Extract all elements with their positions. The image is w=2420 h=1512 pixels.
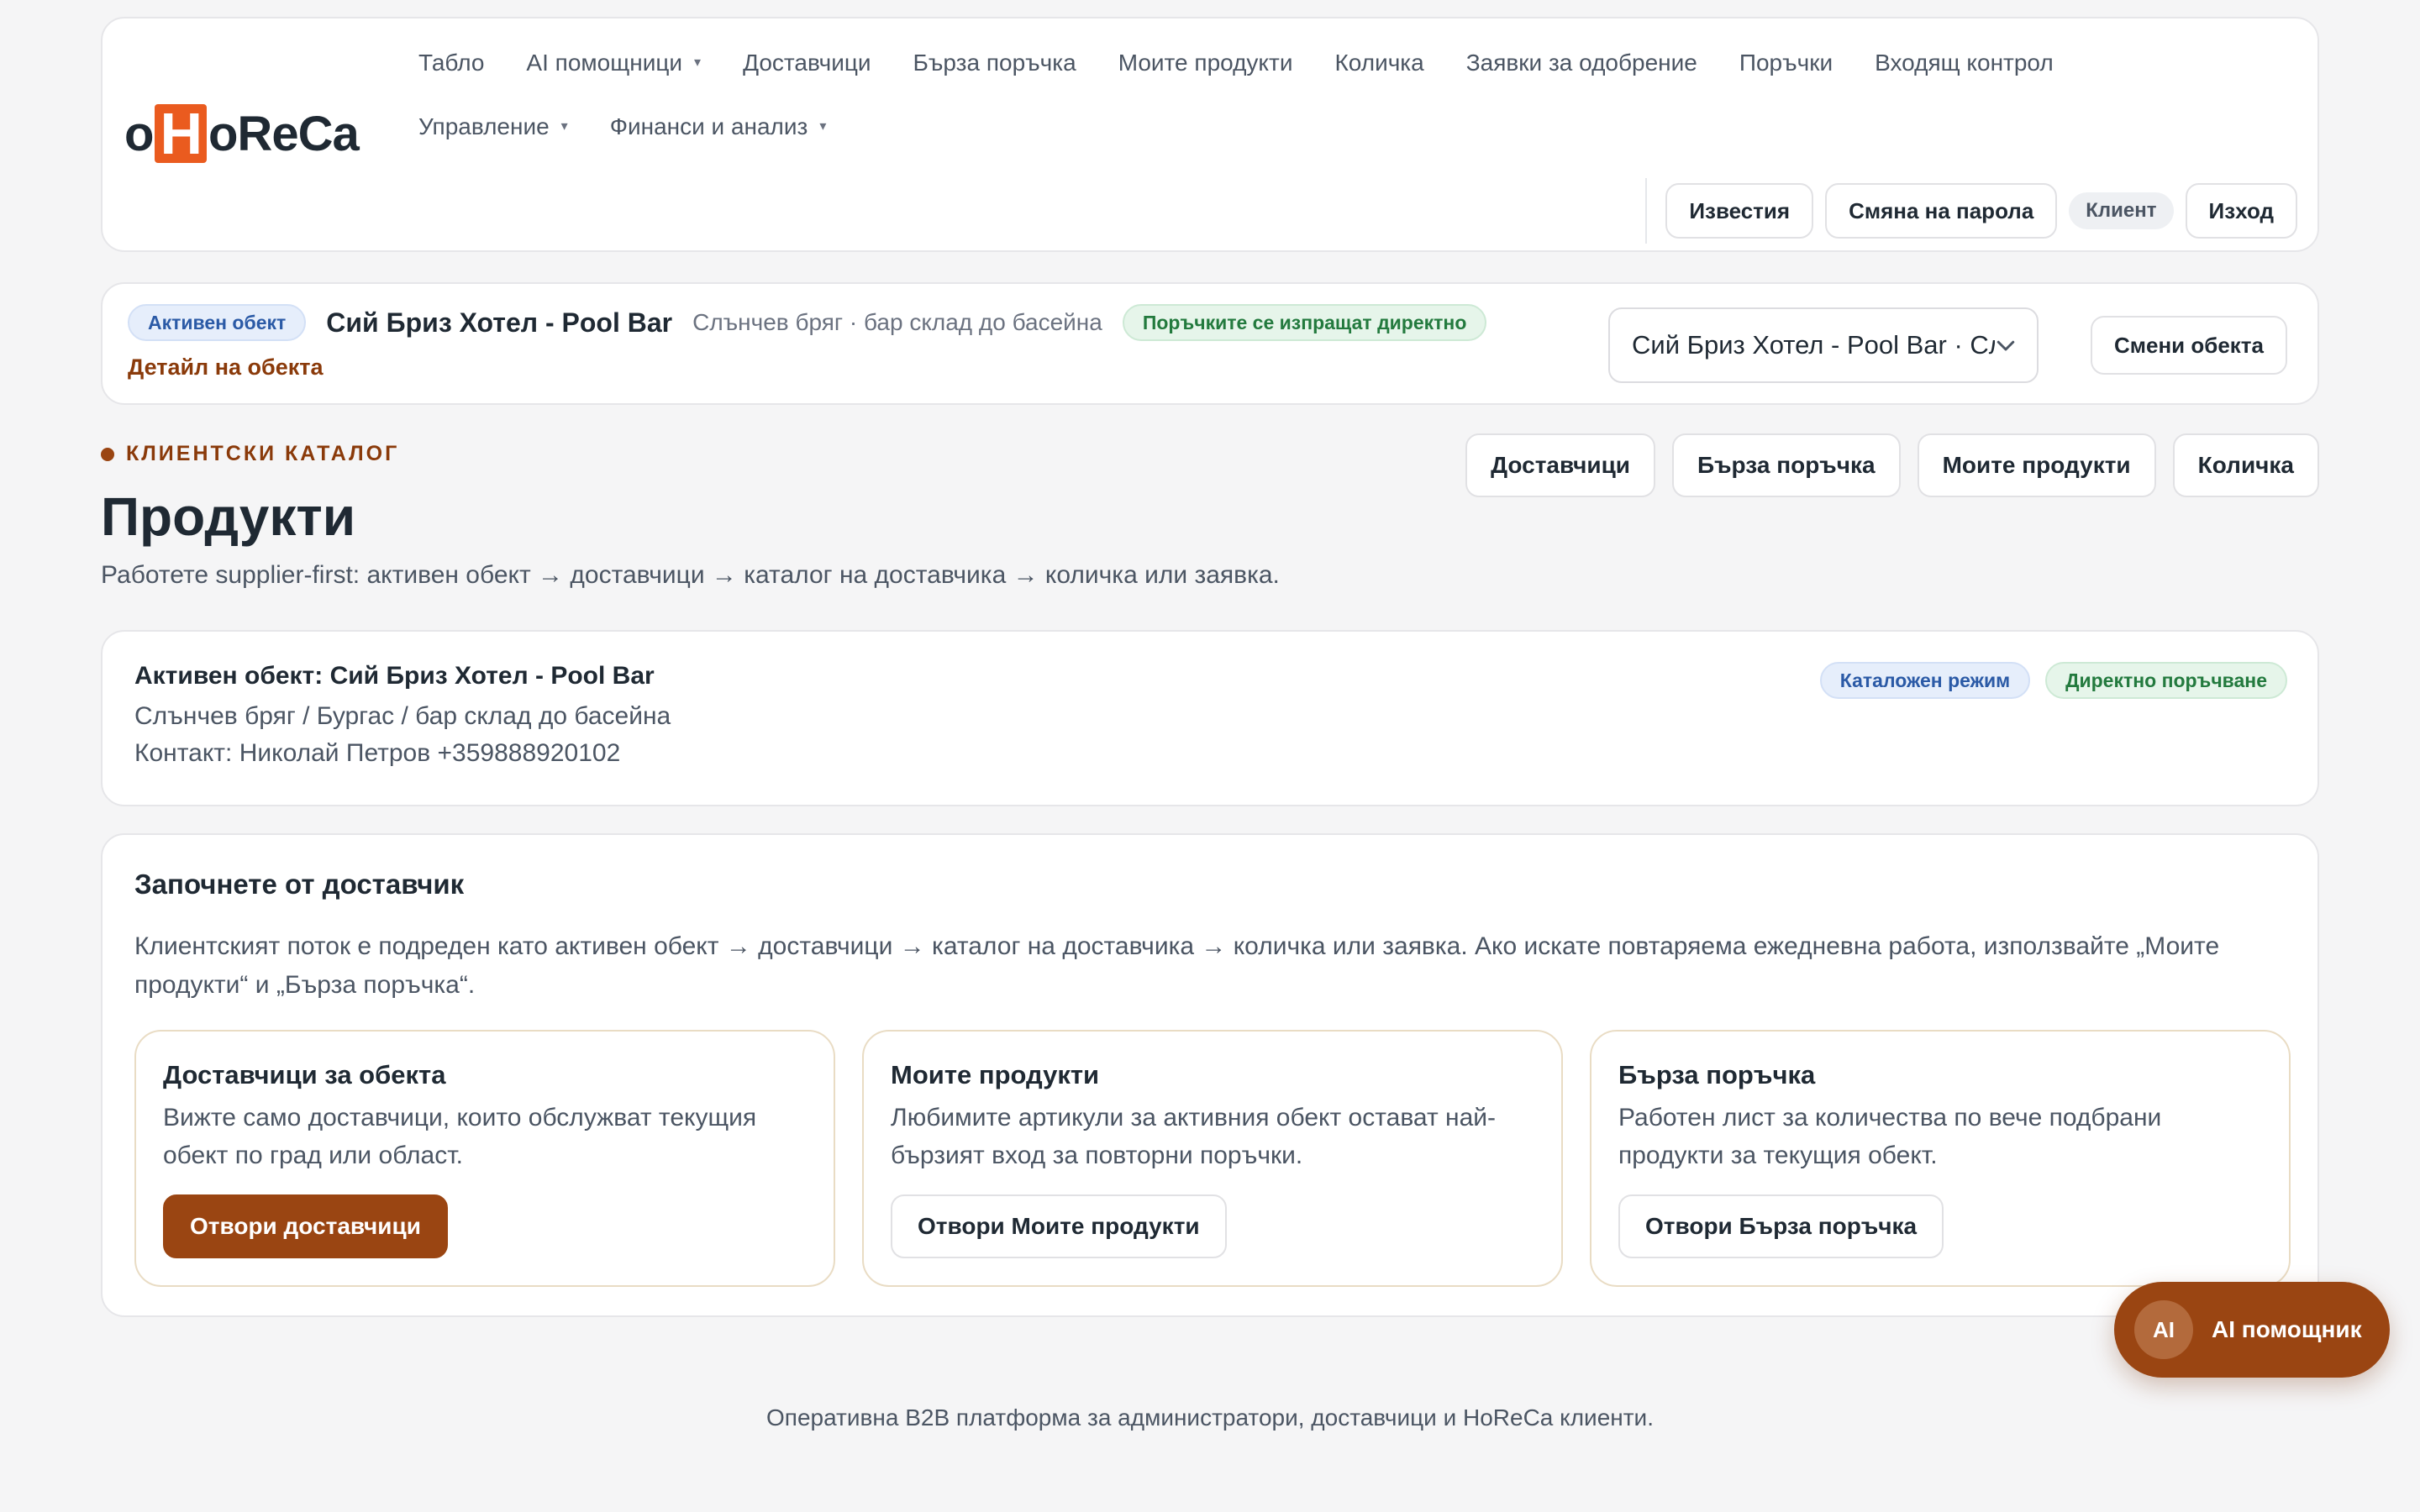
nav-item-incoming-control[interactable]: Входящ контрол (1875, 47, 2054, 79)
section-description: Клиентският поток е подреден като активе… (134, 932, 2220, 999)
page-title: Продукти (101, 486, 356, 547)
active-object-title: Активен обект: Сий Бриз Хотел - Pool Bar (134, 662, 655, 690)
object-select[interactable]: Сий Бриз Хотел - Pool Bar · Слънчев бряг (1608, 307, 2039, 383)
page-subtitle: Работете supplier-first: активен обект →… (101, 561, 1280, 589)
open-quick-order-button[interactable]: Отвори Бърза поръчка (1618, 1194, 1944, 1258)
active-object-contact: Контакт: Николай Петров +359888920102 (134, 739, 621, 767)
ai-assistant-button[interactable]: AI AI помощник (2114, 1282, 2390, 1378)
divider (1645, 178, 1648, 244)
catalog-mode-badge: Каталожен режим (1819, 662, 2031, 699)
tile-description: Любимите артикули за активния обект оста… (891, 1104, 1497, 1169)
chevron-down-icon: ▾ (560, 119, 568, 134)
tile-my-products: Моите продукти Любимите артикули за акти… (862, 1030, 1563, 1287)
nav-item-finance[interactable]: Финанси и анализ ▾ (610, 111, 827, 143)
chevron-down-icon: ▾ (694, 55, 702, 70)
section-title: Започнете от доставчик (134, 869, 465, 900)
nav-item-dashboard[interactable]: Табло (418, 47, 484, 79)
role-badge: Клиент (2069, 192, 2174, 229)
chevron-down-icon (1996, 340, 2015, 351)
dot-icon (101, 447, 114, 461)
change-password-button[interactable]: Смяна на парола (1825, 183, 2058, 239)
cart-button[interactable]: Количка (2172, 433, 2319, 497)
tile-suppliers: Доставчици за обекта Вижте само доставчи… (134, 1030, 835, 1287)
nav-item-management[interactable]: Управление ▾ (418, 111, 568, 143)
object-name: Сий Бриз Хотел - Pool Bar (326, 307, 673, 338)
nav-item-orders[interactable]: Поръчки (1739, 47, 1833, 79)
tile-title: Моите продукти (891, 1060, 1100, 1089)
active-object-location: Слънчев бряг / Бургас / бар склад до бас… (134, 702, 671, 730)
quick-order-button[interactable]: Бърза поръчка (1672, 433, 1901, 497)
tile-quick-order: Бърза поръчка Работен лист за количества… (1590, 1030, 2291, 1287)
tile-title: Доставчици за обекта (163, 1060, 446, 1089)
action-tiles: Доставчици за обекта Вижте само доставчи… (134, 1030, 2291, 1287)
nav-item-approval-requests[interactable]: Заявки за одобрение (1466, 47, 1697, 79)
open-suppliers-button[interactable]: Отвори доставчици (163, 1194, 448, 1258)
tile-description: Работен лист за количества по вече подбр… (1618, 1104, 2162, 1169)
start-from-supplier-card: Започнете от доставчик Клиентският поток… (101, 833, 2319, 1317)
active-object-bar: Активен обект Сий Бриз Хотел - Pool Bar … (101, 282, 2319, 405)
notifications-button[interactable]: Известия (1665, 183, 1814, 239)
open-my-products-button[interactable]: Отвори Моите продукти (891, 1194, 1227, 1258)
quick-links: Доставчици Бърза поръчка Моите продукти … (1465, 433, 2319, 497)
logout-button[interactable]: Изход (2185, 183, 2297, 239)
section-eyebrow: КЛИЕНТСКИ КАТАЛОГ (101, 442, 399, 466)
tile-description: Вижте само доставчици, които обслужват т… (163, 1104, 757, 1169)
active-object-card: Активен обект: Сий Бриз Хотел - Pool Bar… (101, 630, 2319, 806)
active-object-badge: Активен обект (128, 304, 307, 341)
object-detail-link[interactable]: Детайл на обекта (128, 354, 323, 381)
direct-ordering-badge: Директно поръчване (2045, 662, 2287, 699)
horeca-logo[interactable]: o HoReCa (124, 104, 360, 163)
ai-assistant-label: AI помощник (2212, 1316, 2362, 1342)
change-object-button[interactable]: Смени обекта (2091, 316, 2287, 375)
tile-title: Бърза поръчка (1618, 1060, 1816, 1089)
nav-item-cart[interactable]: Количка (1334, 47, 1423, 79)
top-header: o HoReCa Табло AI помощници ▾ Доставчици Б… (101, 17, 2319, 252)
direct-orders-badge: Поръчките се изпращат директно (1122, 304, 1487, 341)
header-actions: Известия Смяна на парола Клиент Изход (1645, 178, 2297, 244)
nav-item-quick-order[interactable]: Бърза поръчка (913, 47, 1076, 79)
nav-item-ai-assistants[interactable]: AI помощници ▾ (526, 47, 701, 79)
chevron-down-icon: ▾ (819, 119, 827, 134)
nav-item-suppliers[interactable]: Доставчици (743, 47, 871, 79)
object-subtitle: Слънчев бряг · бар склад до басейна (692, 309, 1102, 335)
ai-badge-icon: AI (2134, 1300, 2193, 1359)
footer-text: Оперативна B2B платформа за администрато… (766, 1404, 1654, 1431)
main-nav: Табло AI помощници ▾ Доставчици Бърза пор… (418, 47, 2267, 143)
my-products-button[interactable]: Моите продукти (1917, 433, 2156, 497)
nav-item-my-products[interactable]: Моите продукти (1118, 47, 1293, 79)
suppliers-button[interactable]: Доставчици (1465, 433, 1656, 497)
